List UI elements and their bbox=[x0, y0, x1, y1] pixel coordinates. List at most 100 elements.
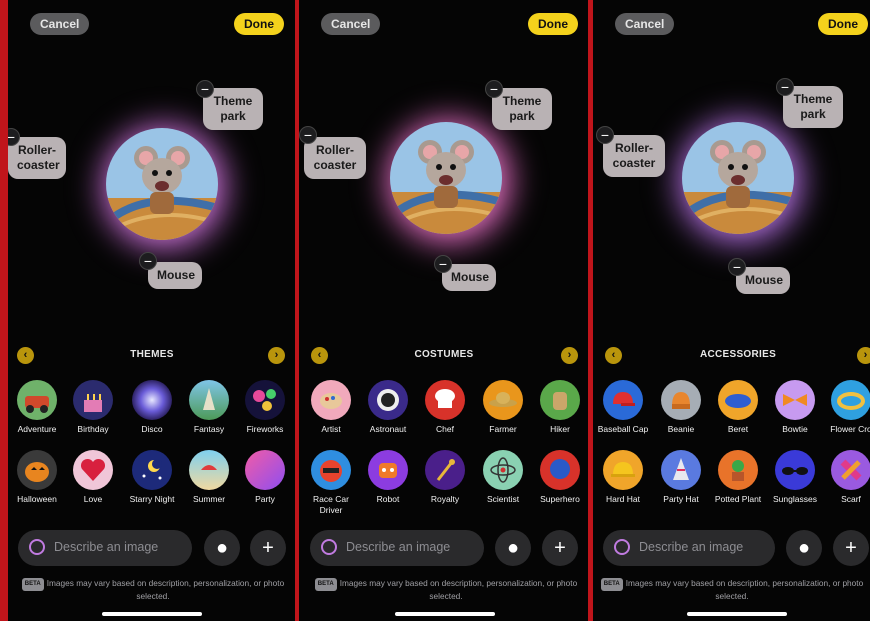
add-button[interactable]: + bbox=[542, 530, 578, 566]
chevron-left-icon[interactable]: ‹ bbox=[311, 347, 328, 364]
person-icon: ● bbox=[797, 537, 811, 559]
baseball-cap-icon bbox=[603, 380, 643, 420]
done-button[interactable]: Done bbox=[818, 13, 868, 35]
sparkle-icon bbox=[614, 539, 630, 555]
option-disco[interactable]: Disco bbox=[124, 380, 180, 435]
add-button[interactable]: + bbox=[833, 530, 869, 566]
done-button[interactable]: Done bbox=[528, 13, 578, 35]
option-artist[interactable]: Artist bbox=[303, 380, 359, 435]
love-icon bbox=[73, 450, 113, 490]
option-robot[interactable]: Robot bbox=[360, 450, 416, 505]
race-car-driver-icon bbox=[311, 450, 351, 490]
beanie-icon bbox=[661, 380, 701, 420]
chef-icon bbox=[425, 380, 465, 420]
describe-input[interactable]: Describe an image bbox=[310, 530, 484, 566]
option-summer[interactable]: Summer bbox=[181, 450, 237, 505]
option-scarf[interactable]: Scarf bbox=[823, 450, 870, 505]
option-love[interactable]: Love bbox=[65, 450, 121, 505]
option-potted-plant[interactable]: Potted Plant bbox=[710, 450, 766, 505]
chevron-left-icon[interactable]: ‹ bbox=[605, 347, 622, 364]
cancel-button[interactable]: Cancel bbox=[615, 13, 675, 35]
beta-badge: BETA bbox=[314, 578, 337, 591]
fireworks-icon bbox=[245, 380, 285, 420]
option-flower-crown[interactable]: Flower Cro bbox=[823, 380, 870, 435]
fantasy-icon bbox=[189, 380, 229, 420]
option-bowtie[interactable]: Bowtie bbox=[767, 380, 823, 435]
scarf-icon bbox=[831, 450, 870, 490]
remove-icon[interactable]: − bbox=[299, 126, 317, 144]
potted-plant-icon bbox=[718, 450, 758, 490]
superhero-icon bbox=[540, 450, 580, 490]
mouse-portrait bbox=[106, 128, 218, 240]
person-button[interactable]: ● bbox=[786, 530, 822, 566]
option-farmer[interactable]: Farmer bbox=[475, 380, 531, 435]
describe-input[interactable]: Describe an image bbox=[18, 530, 192, 566]
option-royalty[interactable]: Royalty bbox=[417, 450, 473, 505]
option-beret[interactable]: Beret bbox=[710, 380, 766, 435]
option-chef[interactable]: Chef bbox=[417, 380, 473, 435]
option-fantasy[interactable]: Fantasy bbox=[181, 380, 237, 435]
chevron-right-icon[interactable]: › bbox=[268, 347, 285, 364]
remove-icon[interactable]: − bbox=[434, 255, 452, 273]
option-halloween[interactable]: Halloween bbox=[9, 450, 65, 505]
sunglasses-icon bbox=[775, 450, 815, 490]
option-adventure[interactable]: Adventure bbox=[9, 380, 65, 435]
remove-icon[interactable]: − bbox=[139, 252, 157, 270]
screen-accessories: Cancel Done Theme park − Roller-coaster … bbox=[593, 0, 870, 621]
person-icon: ● bbox=[506, 537, 520, 559]
tag-roller-coaster[interactable]: Roller-coaster bbox=[304, 137, 366, 179]
beta-badge: BETA bbox=[600, 578, 623, 591]
option-scientist[interactable]: Scientist bbox=[475, 450, 531, 505]
disclaimer: BETA Images may vary based on description… bbox=[18, 578, 288, 602]
disco-icon bbox=[132, 380, 172, 420]
option-party-hat[interactable]: Party Hat bbox=[653, 450, 709, 505]
person-button[interactable]: ● bbox=[204, 530, 240, 566]
remove-icon[interactable]: − bbox=[485, 80, 503, 98]
beta-badge: BETA bbox=[21, 578, 44, 591]
section-title: THEMES bbox=[130, 349, 174, 360]
add-button[interactable]: + bbox=[250, 530, 286, 566]
party-icon bbox=[245, 450, 285, 490]
option-baseball-cap[interactable]: Baseball Cap bbox=[595, 380, 651, 435]
option-hiker[interactable]: Hiker bbox=[532, 380, 588, 435]
starry-night-icon bbox=[132, 450, 172, 490]
artist-icon bbox=[311, 380, 351, 420]
chevron-right-icon[interactable]: › bbox=[857, 347, 870, 364]
adventure-icon bbox=[17, 380, 57, 420]
home-indicator bbox=[395, 612, 495, 616]
person-button[interactable]: ● bbox=[495, 530, 531, 566]
tag-mouse[interactable]: Mouse bbox=[148, 262, 202, 289]
option-superhero[interactable]: Superhero bbox=[532, 450, 588, 505]
tag-roller-coaster[interactable]: Roller-coaster bbox=[603, 135, 665, 177]
hard-hat-icon bbox=[603, 450, 643, 490]
option-starry-night[interactable]: Starry Night bbox=[124, 450, 180, 505]
chevron-right-icon[interactable]: › bbox=[561, 347, 578, 364]
screen-themes: Cancel Done Theme park − Roller-coaster … bbox=[8, 0, 295, 621]
remove-icon[interactable]: − bbox=[596, 126, 614, 144]
astronaut-icon bbox=[368, 380, 408, 420]
option-race-car-driver[interactable]: Race Car Driver bbox=[303, 450, 359, 516]
option-hard-hat[interactable]: Hard Hat bbox=[595, 450, 651, 505]
done-button[interactable]: Done bbox=[234, 13, 284, 35]
section-title: COSTUMES bbox=[414, 349, 474, 360]
farmer-icon bbox=[483, 380, 523, 420]
remove-icon[interactable]: − bbox=[776, 78, 794, 96]
robot-icon bbox=[368, 450, 408, 490]
option-party[interactable]: Party bbox=[237, 450, 293, 505]
option-sunglasses[interactable]: Sunglasses bbox=[767, 450, 823, 505]
option-birthday[interactable]: Birthday bbox=[65, 380, 121, 435]
option-astronaut[interactable]: Astronaut bbox=[360, 380, 416, 435]
cancel-button[interactable]: Cancel bbox=[321, 13, 381, 35]
flower-crown-icon bbox=[831, 380, 870, 420]
summer-icon bbox=[189, 450, 229, 490]
home-indicator bbox=[687, 612, 787, 616]
cancel-button[interactable]: Cancel bbox=[30, 13, 90, 35]
option-beanie[interactable]: Beanie bbox=[653, 380, 709, 435]
remove-icon[interactable]: − bbox=[728, 258, 746, 276]
option-fireworks[interactable]: Fireworks bbox=[237, 380, 293, 435]
bowtie-icon bbox=[775, 380, 815, 420]
describe-input[interactable]: Describe an image bbox=[603, 530, 775, 566]
remove-icon[interactable]: − bbox=[196, 80, 214, 98]
person-icon: ● bbox=[215, 537, 229, 559]
chevron-left-icon[interactable]: ‹ bbox=[17, 347, 34, 364]
